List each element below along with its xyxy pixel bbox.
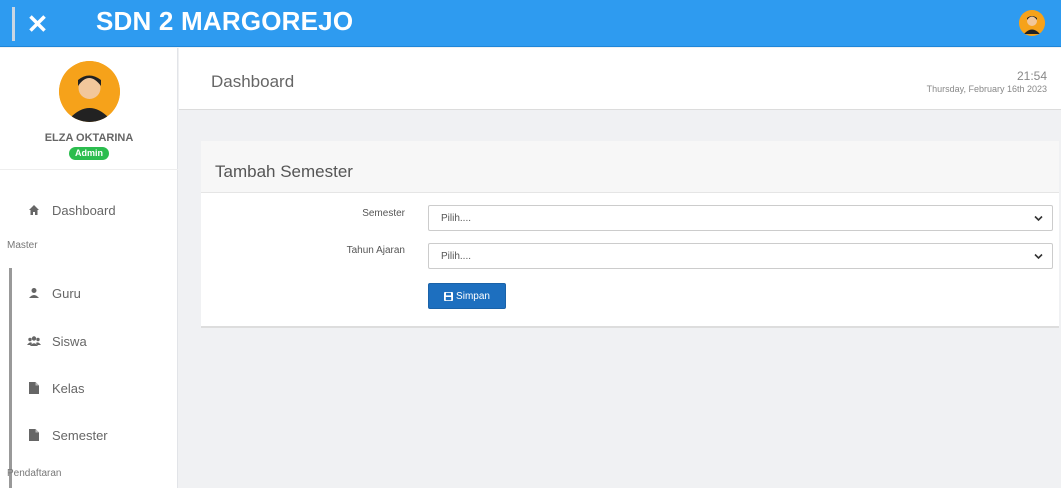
close-icon: ✕ bbox=[26, 8, 49, 39]
page-title: Dashboard bbox=[211, 72, 295, 91]
tahun-ajaran-select[interactable]: Pilih.... bbox=[428, 243, 1053, 269]
app-title: SDN 2 MARGOREJO bbox=[96, 6, 354, 36]
save-button[interactable]: Simpan bbox=[428, 283, 506, 309]
avatar-icon bbox=[59, 61, 120, 122]
card-title: Tambah Semester bbox=[215, 162, 353, 181]
file-icon bbox=[27, 428, 41, 442]
sidebar-item-label: Siswa bbox=[52, 333, 87, 349]
save-icon bbox=[444, 291, 454, 301]
sidebar-item-dashboard[interactable]: Dashboard bbox=[0, 192, 178, 228]
semester-select[interactable]: Pilih.... bbox=[428, 205, 1053, 231]
clock: 21:54 Thursday, February 16th 2023 bbox=[927, 69, 1047, 94]
card-header: Tambah Semester bbox=[201, 141, 1059, 193]
sidebar-item-label: Semester bbox=[52, 427, 108, 443]
avatar-icon bbox=[1019, 10, 1045, 36]
sidebar-item-label: Kelas bbox=[52, 380, 85, 396]
clock-time: 21:54 bbox=[1016, 69, 1047, 83]
sidebar: ELZA OKTARINA Admin Dashboard Master Gur… bbox=[0, 48, 178, 488]
top-navbar: ✕ SDN 2 MARGOREJO bbox=[0, 0, 1061, 47]
role-badge: Admin bbox=[69, 147, 109, 160]
close-sidebar-button[interactable]: ✕ bbox=[12, 7, 60, 41]
tahun-ajaran-select-value: Pilih.... bbox=[441, 250, 472, 262]
avatar bbox=[59, 61, 120, 122]
content-header: Dashboard 21:54 Thursday, February 16th … bbox=[179, 48, 1061, 110]
semester-select-value: Pilih.... bbox=[441, 212, 472, 224]
form-card: Tambah Semester Semester Pilih.... Tahun… bbox=[201, 141, 1059, 328]
user-icon bbox=[27, 286, 41, 300]
home-icon bbox=[27, 203, 41, 217]
chevron-down-icon bbox=[1034, 253, 1043, 260]
sidebar-item-label: Guru bbox=[52, 285, 81, 301]
user-menu-avatar[interactable] bbox=[1019, 10, 1045, 36]
section-label-pendaftaran: Pendaftaran bbox=[7, 468, 62, 479]
clock-date: Thursday, February 16th 2023 bbox=[926, 84, 1047, 94]
user-profile-panel: ELZA OKTARINA Admin bbox=[0, 48, 178, 170]
sidebar-item-siswa[interactable]: Siswa bbox=[0, 323, 178, 359]
semester-label: Semester bbox=[362, 208, 405, 219]
sidebar-item-guru[interactable]: Guru bbox=[0, 275, 178, 311]
tahun-ajaran-label: Tahun Ajaran bbox=[346, 245, 405, 256]
chevron-down-icon bbox=[1034, 215, 1043, 222]
sidebar-item-kelas[interactable]: Kelas bbox=[0, 370, 178, 406]
users-icon bbox=[27, 334, 41, 348]
file-icon bbox=[27, 381, 41, 395]
user-name: ELZA OKTARINA bbox=[44, 132, 134, 144]
section-label-master: Master bbox=[7, 240, 38, 251]
sidebar-item-label: Dashboard bbox=[52, 202, 116, 218]
save-button-label: Simpan bbox=[456, 290, 490, 302]
sidebar-item-semester[interactable]: Semester bbox=[0, 417, 178, 453]
